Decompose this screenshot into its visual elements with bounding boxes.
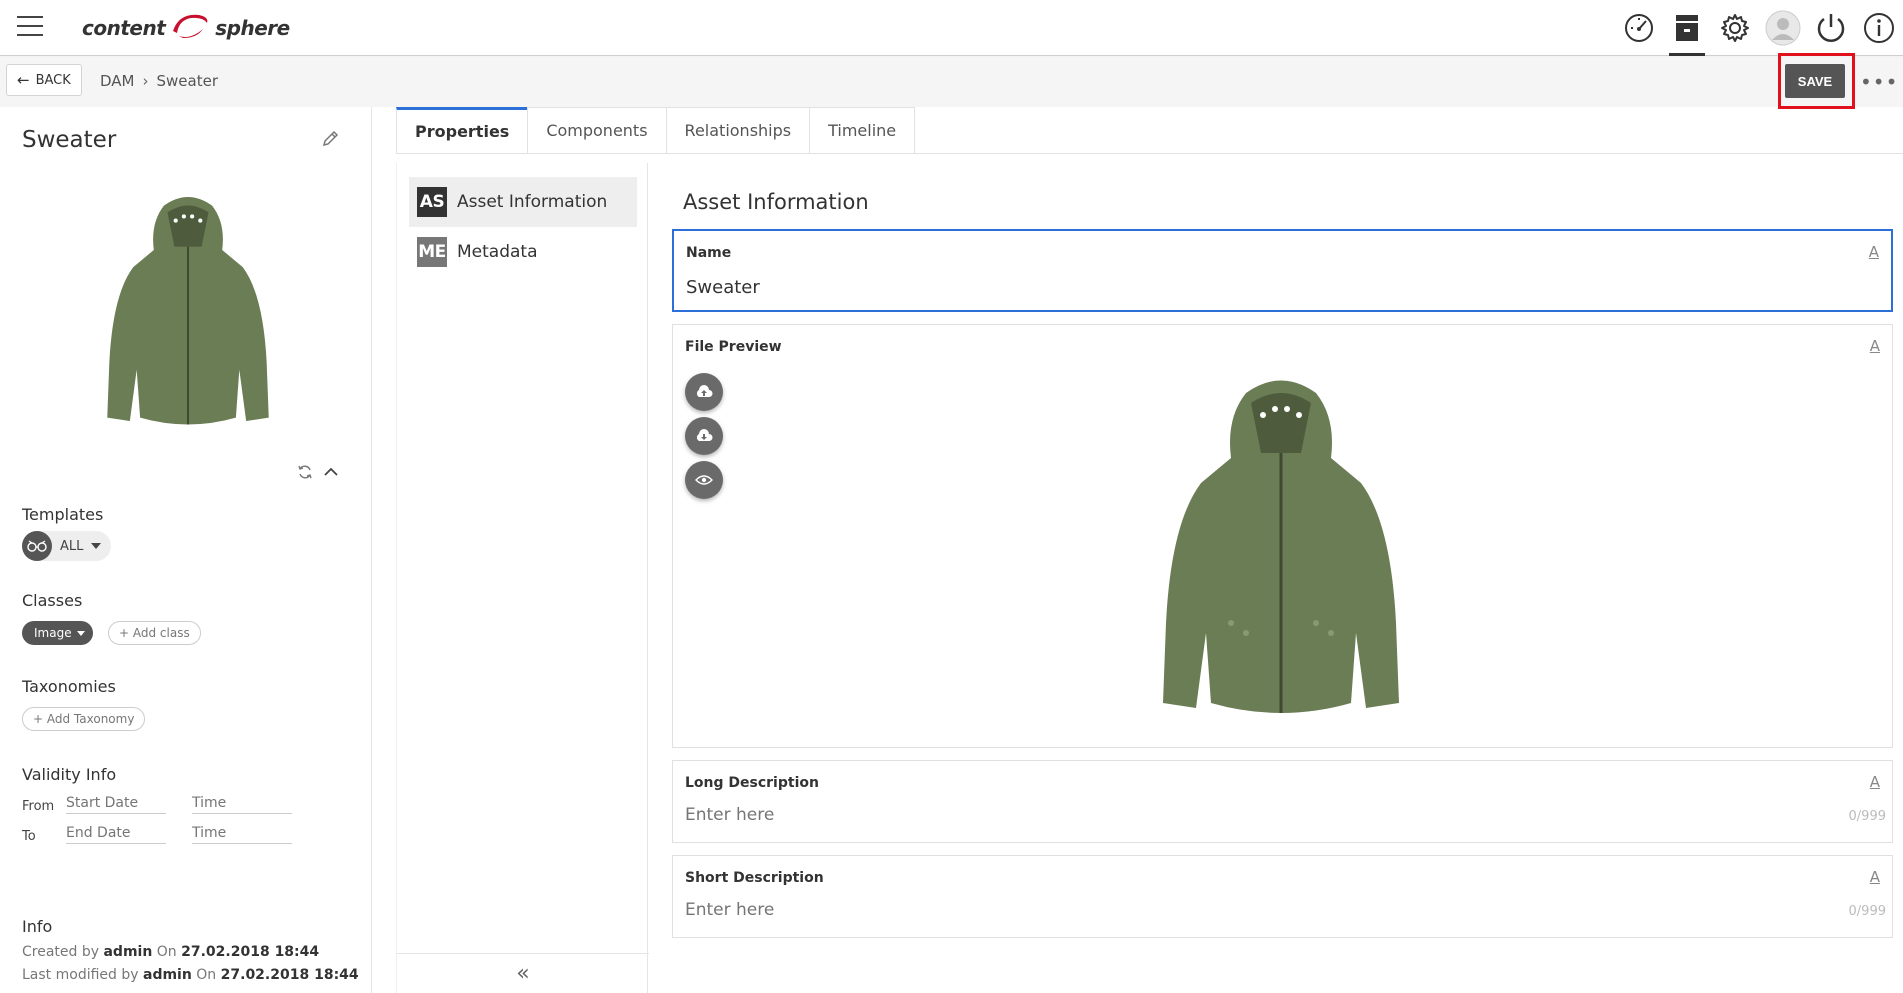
template-value: ALL: [60, 538, 84, 554]
eye-icon[interactable]: [685, 461, 723, 499]
nav-item-label: Asset Information: [457, 192, 608, 212]
hamburger-menu-icon[interactable]: [17, 16, 43, 38]
file-preview-image: [1151, 363, 1411, 743]
created-on-date: 27.02.2018 18:44: [181, 944, 320, 960]
add-taxonomy-button[interactable]: + Add Taxonomy: [22, 707, 146, 731]
file-preview-field: File Preview A: [672, 324, 1893, 748]
tab-divider: [396, 153, 1903, 154]
created-by-user: admin: [103, 944, 153, 960]
cloud-download-icon[interactable]: [685, 417, 723, 455]
nav-badge-me: ME: [417, 237, 447, 267]
info-label: Info: [22, 917, 53, 936]
created-info: Created by admin On 27.02.2018 18:44: [22, 944, 319, 960]
text-format-icon[interactable]: A: [1870, 337, 1880, 355]
validity-info-label: Validity Info: [22, 765, 117, 784]
long-description-counter: 0/999: [1848, 809, 1886, 824]
info-icon[interactable]: [1855, 0, 1903, 56]
templates-select[interactable]: ALL: [22, 531, 112, 561]
created-on-label: On: [156, 944, 177, 960]
archive-icon[interactable]: [1663, 0, 1711, 56]
action-bar: ← BACK DAM › Sweater: [0, 57, 1903, 107]
text-format-icon[interactable]: A: [1870, 868, 1880, 886]
short-description-counter: 0/999: [1848, 904, 1886, 919]
tab-properties[interactable]: Properties: [396, 107, 529, 153]
start-date-input[interactable]: [66, 793, 166, 814]
nav-item-label: Metadata: [457, 242, 538, 262]
double-chevron-left-icon[interactable]: «: [397, 953, 649, 993]
text-format-icon[interactable]: A: [1870, 773, 1880, 791]
asset-side-panel: Sweater Templates ALL Classes Image + Ad…: [0, 107, 372, 993]
chevron-right-icon: ›: [142, 72, 149, 90]
name-field: Name A: [672, 229, 1893, 312]
end-time-input[interactable]: [192, 823, 292, 844]
back-button[interactable]: ← BACK: [6, 64, 82, 96]
dashboard-icon[interactable]: [1615, 0, 1663, 56]
section-title: Asset Information: [683, 190, 869, 214]
classes-label: Classes: [22, 591, 83, 610]
arrow-left-icon: ←: [17, 71, 30, 89]
modified-on-label: On: [196, 967, 217, 983]
from-label: From: [22, 799, 55, 814]
tab-relationships[interactable]: Relationships: [665, 107, 811, 153]
taxonomies-label: Taxonomies: [22, 677, 116, 696]
class-chip-image[interactable]: Image: [22, 621, 93, 645]
chevron-up-icon[interactable]: [322, 463, 340, 485]
back-button-label: BACK: [35, 72, 71, 88]
tab-components[interactable]: Components: [527, 107, 667, 153]
long-description-label: Long Description: [685, 775, 819, 791]
long-description-input[interactable]: [685, 805, 1785, 825]
validity-to-row: To: [22, 823, 292, 844]
section-nav: AS Asset Information ME Metadata «: [396, 163, 649, 993]
class-chip-label: Image: [34, 626, 72, 640]
modified-info: Last modified by admin On 27.02.2018 18:…: [22, 967, 359, 983]
templates-label: Templates: [22, 505, 104, 524]
save-button[interactable]: SAVE: [1785, 64, 1845, 98]
user-avatar-icon[interactable]: [1759, 0, 1807, 56]
created-by-label: Created by: [22, 944, 100, 960]
top-header: content sphere: [0, 0, 1903, 56]
file-preview-label: File Preview: [685, 339, 782, 355]
name-input[interactable]: [686, 277, 1786, 298]
long-description-field: Long Description A 0/999: [672, 760, 1893, 843]
settings-icon[interactable]: [1711, 0, 1759, 56]
more-options-icon[interactable]: •••: [1860, 70, 1898, 94]
nav-item-metadata[interactable]: ME Metadata: [409, 227, 637, 277]
caret-down-icon: [91, 543, 102, 549]
modified-by-label: Last modified by: [22, 967, 139, 983]
logo-swoosh-icon: [169, 11, 211, 46]
breadcrumb-dam[interactable]: DAM: [100, 72, 135, 90]
nav-badge-as: AS: [417, 187, 447, 217]
asset-title: Sweater: [22, 127, 117, 153]
nav-item-asset-information[interactable]: AS Asset Information: [409, 177, 637, 227]
cloud-upload-icon[interactable]: [685, 373, 723, 411]
pencil-icon[interactable]: [322, 129, 340, 151]
app-logo[interactable]: content sphere: [82, 8, 290, 48]
detail-tabs: Properties Components Relationships Time…: [396, 107, 916, 153]
short-description-field: Short Description A 0/999: [672, 855, 1893, 938]
caret-down-icon: [76, 630, 85, 636]
to-label: To: [22, 829, 36, 844]
name-field-label: Name: [686, 245, 732, 261]
add-class-button[interactable]: + Add class: [108, 621, 201, 645]
start-time-input[interactable]: [192, 793, 292, 814]
power-icon[interactable]: [1807, 0, 1855, 56]
logo-text-right: sphere: [215, 16, 290, 40]
modified-on-date: 27.02.2018 18:44: [220, 967, 359, 983]
glasses-icon: [22, 531, 52, 561]
short-description-label: Short Description: [685, 870, 824, 886]
modified-by-user: admin: [143, 967, 192, 983]
text-format-icon[interactable]: A: [1869, 243, 1879, 261]
breadcrumb: DAM › Sweater: [100, 72, 218, 90]
asset-thumbnail: [88, 185, 288, 445]
refresh-icon[interactable]: [297, 464, 313, 484]
breadcrumb-current: Sweater: [156, 72, 219, 90]
end-date-input[interactable]: [66, 823, 166, 844]
validity-from-row: From: [22, 793, 292, 814]
short-description-input[interactable]: [685, 900, 1785, 920]
tab-timeline[interactable]: Timeline: [809, 107, 916, 153]
logo-text-left: content: [82, 16, 166, 40]
